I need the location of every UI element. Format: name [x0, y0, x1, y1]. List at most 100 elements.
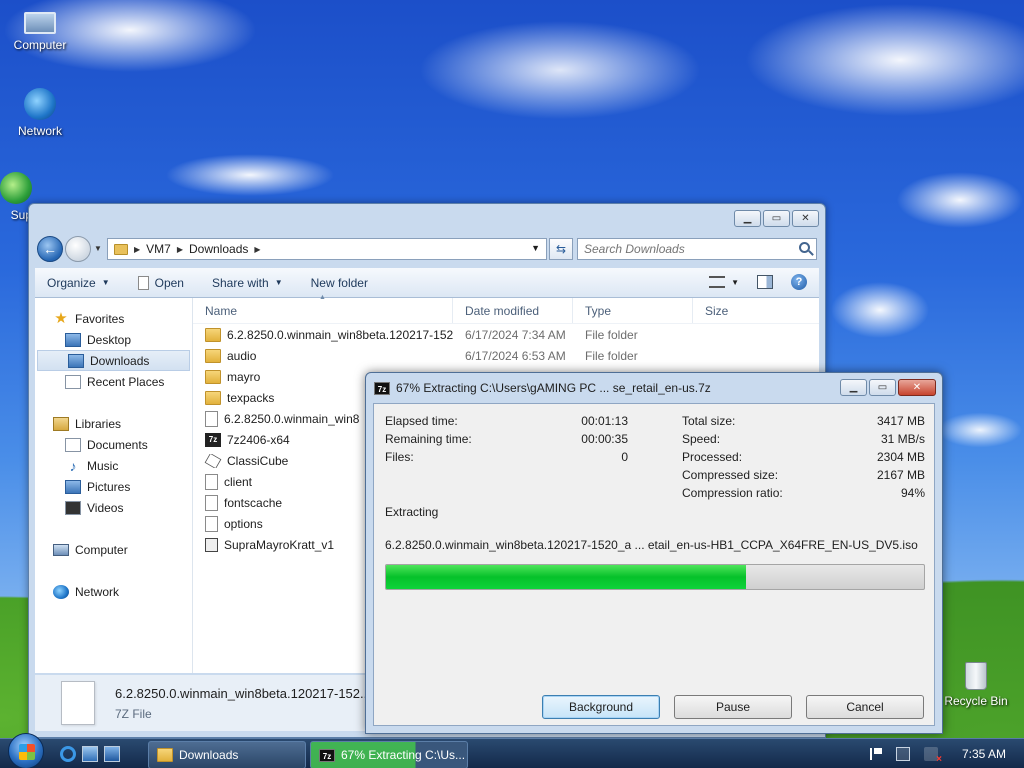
- nav-label: Videos: [87, 500, 124, 515]
- history-dropdown-icon[interactable]: ▼: [94, 244, 102, 253]
- pictures-icon: [65, 479, 81, 494]
- videos-icon: [65, 500, 81, 515]
- media-player-icon[interactable]: [104, 746, 120, 762]
- address-dropdown-icon[interactable]: ▼: [531, 243, 540, 253]
- share-with-button[interactable]: Share with ▼: [212, 276, 283, 290]
- network-status-icon[interactable]: [895, 747, 910, 761]
- document-icon: [137, 275, 149, 290]
- details-file-type: 7Z File: [115, 706, 152, 721]
- file-row[interactable]: 6.2.8250.0.winmain_win8beta.120217-152..…: [193, 324, 819, 345]
- files-value: 0: [621, 450, 628, 464]
- cancel-button[interactable]: Cancel: [806, 695, 924, 719]
- share-with-label: Share with: [211, 275, 269, 290]
- nav-favorites[interactable]: ★ Favorites: [35, 308, 192, 329]
- dialog-title: 67% Extracting C:\Users\gAMING PC ... se…: [396, 381, 711, 395]
- chevron-down-icon[interactable]: ▼: [731, 278, 739, 287]
- open-label: Open: [154, 275, 184, 290]
- close-button[interactable]: ✕: [792, 210, 819, 227]
- nav-recent-places[interactable]: Recent Places: [35, 371, 192, 392]
- search-input[interactable]: [584, 242, 784, 256]
- breadcrumb-vm7[interactable]: VM7: [146, 242, 171, 256]
- internet-explorer-icon[interactable]: [60, 746, 76, 762]
- search-box[interactable]: [577, 238, 817, 260]
- clock[interactable]: 7:35 AM: [962, 747, 1006, 761]
- volume-muted-icon[interactable]: [923, 747, 942, 765]
- network-icon: [53, 584, 69, 599]
- processed-value: 2304 MB: [876, 450, 925, 464]
- taskbar-item-downloads[interactable]: Downloads: [148, 741, 306, 768]
- nav-pictures[interactable]: Pictures: [35, 476, 192, 497]
- file-name: mayro: [227, 369, 261, 384]
- maximize-button[interactable]: ▭: [869, 379, 896, 396]
- chevron-right-icon[interactable]: ▶: [254, 245, 260, 254]
- desktop-icon-computer[interactable]: Computer: [2, 6, 78, 52]
- file-name: ClassiCube: [227, 453, 289, 468]
- nav-label: Desktop: [87, 332, 132, 347]
- support-icon: [0, 172, 32, 204]
- search-icon[interactable]: [799, 242, 810, 253]
- show-desktop-icon[interactable]: [82, 746, 98, 762]
- nav-desktop[interactable]: Desktop: [35, 329, 192, 350]
- pause-button[interactable]: Pause: [674, 695, 792, 719]
- organize-button[interactable]: Organize ▼: [47, 276, 110, 290]
- nav-label: Favorites: [75, 311, 125, 326]
- remaining-label: Remaining time:: [385, 432, 472, 446]
- address-bar[interactable]: ▶ VM7 ▶ Downloads ▶ ▼: [107, 238, 547, 260]
- chevron-right-icon[interactable]: ▶: [134, 245, 140, 254]
- nav-network[interactable]: Network: [35, 581, 192, 602]
- column-type[interactable]: Type: [573, 298, 693, 323]
- file-name: options: [224, 516, 263, 531]
- nav-documents[interactable]: Documents: [35, 434, 192, 455]
- elapsed-value: 00:01:13: [581, 414, 628, 428]
- change-view-icon[interactable]: [709, 276, 726, 288]
- file-name: 6.2.8250.0.winmain_win8beta.120217-152..…: [227, 327, 453, 342]
- sort-ascending-icon: ▲: [319, 294, 326, 301]
- folder-icon: [114, 243, 128, 255]
- new-folder-button[interactable]: New folder: [311, 276, 368, 290]
- chevron-right-icon[interactable]: ▶: [177, 245, 183, 254]
- chevron-down-icon: ▼: [274, 278, 283, 287]
- desktop-icon-recycle-bin[interactable]: Recycle Bin: [938, 662, 1014, 708]
- taskbar-item-7zip-progress[interactable]: 7z 67% Extracting C:\Us...: [310, 741, 468, 768]
- dialog-window-controls: ▁ ▭ ✕: [840, 379, 936, 396]
- nav-videos[interactable]: Videos: [35, 497, 192, 518]
- action-center-flag-icon[interactable]: [869, 748, 882, 760]
- start-button[interactable]: [8, 733, 44, 768]
- folder-icon: [205, 327, 221, 342]
- column-name[interactable]: Name: [193, 298, 453, 323]
- taskbar-item-label: 67% Extracting C:\Us...: [341, 748, 466, 762]
- star-icon: ★: [54, 309, 68, 327]
- desktop-icon-network[interactable]: Network: [2, 88, 78, 138]
- extract-progress-dialog[interactable]: 7z 67% Extracting C:\Users\gAMING PC ...…: [365, 372, 943, 734]
- minimize-button[interactable]: ▁: [840, 379, 867, 396]
- forward-button[interactable]: [65, 236, 91, 262]
- file-name: texpacks: [227, 390, 275, 405]
- nav-computer[interactable]: Computer: [35, 539, 192, 560]
- breadcrumb-downloads[interactable]: Downloads: [189, 242, 248, 256]
- recent-places-icon: [65, 374, 81, 389]
- dialog-body: Elapsed time: 00:01:13 Remaining time: 0…: [373, 403, 935, 726]
- file-row[interactable]: audio 6/17/2024 6:53 AM File folder: [193, 345, 819, 366]
- desktop-icon-label: Computer: [13, 38, 67, 52]
- nav-libraries[interactable]: Libraries: [35, 413, 192, 434]
- nav-downloads[interactable]: Downloads: [37, 350, 190, 371]
- close-button[interactable]: ✕: [898, 379, 936, 396]
- preview-pane-icon[interactable]: [757, 275, 773, 289]
- status-text: Extracting: [385, 505, 439, 519]
- file-name: audio: [227, 348, 257, 363]
- minimize-button[interactable]: ▁: [734, 210, 761, 227]
- refresh-button[interactable]: ⇆: [549, 238, 573, 260]
- open-button[interactable]: Open: [137, 275, 184, 290]
- nav-music[interactable]: ♪ Music: [35, 455, 192, 476]
- column-size[interactable]: Size: [693, 298, 783, 323]
- nav-label: Documents: [87, 437, 148, 452]
- nav-label: Libraries: [75, 416, 122, 431]
- background-button[interactable]: Background: [542, 695, 660, 719]
- help-icon[interactable]: ?: [791, 274, 807, 290]
- back-button[interactable]: ←: [37, 236, 63, 262]
- maximize-button[interactable]: ▭: [763, 210, 790, 227]
- speed-value: 31 MB/s: [880, 432, 925, 446]
- command-bar: Organize ▼ Open Share with ▼ New folder …: [35, 268, 819, 298]
- column-date-modified[interactable]: Date modified: [453, 298, 573, 323]
- total-size-value: 3417 MB: [876, 414, 925, 428]
